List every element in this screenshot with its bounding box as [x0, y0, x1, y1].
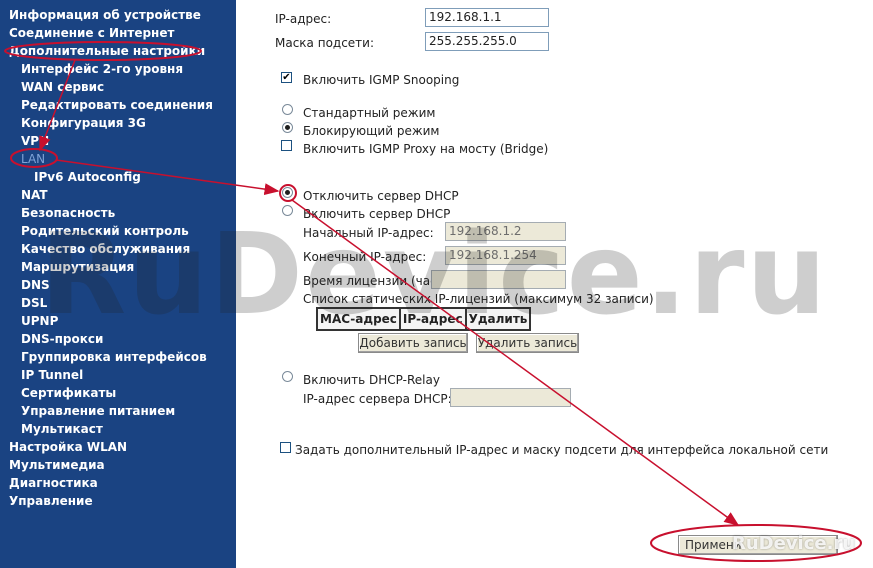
- sidebar-item-edit-connections[interactable]: Редактировать соединения: [21, 98, 213, 112]
- disable-dhcp-radio[interactable]: [282, 187, 293, 198]
- end-ip-input[interactable]: 192.168.1.254: [445, 246, 566, 265]
- sidebar-item-ipv6-autoconfig[interactable]: IPv6 Autoconfig: [34, 170, 141, 184]
- sidebar-item-management[interactable]: Управление: [9, 494, 93, 508]
- relay-server-input[interactable]: [450, 388, 571, 407]
- delete-header: Удалить: [464, 307, 532, 331]
- lease-time-input[interactable]: [431, 270, 566, 289]
- sidebar-item-security[interactable]: Безопасность: [21, 206, 115, 220]
- end-ip-label: Конечный IP-адрес:: [303, 250, 427, 264]
- sidebar-item-upnp[interactable]: UPNP: [21, 314, 58, 328]
- sidebar-item-layer2[interactable]: Интерфейс 2-го уровня: [21, 62, 183, 76]
- sidebar-nav: Информация об устройстве Соединение с Ин…: [0, 0, 236, 568]
- sidebar-item-certificates[interactable]: Сертификаты: [21, 386, 116, 400]
- sidebar-item-qos[interactable]: Качество обслуживания: [21, 242, 190, 256]
- igmp-proxy-label: Включить IGMP Proxy на мосту (Bridge): [303, 142, 549, 156]
- sidebar-item-nat[interactable]: NAT: [21, 188, 48, 202]
- standard-mode-radio[interactable]: [282, 104, 293, 115]
- relay-server-label: IP-адрес сервера DHCP:: [303, 392, 452, 406]
- sidebar-item-3g[interactable]: Конфигурация 3G: [21, 116, 146, 130]
- sidebar-item-multimedia[interactable]: Мультимедиа: [9, 458, 105, 472]
- subnet-mask-label: Маска подсети:: [275, 36, 375, 50]
- add-entry-button[interactable]: Добавить запись: [358, 333, 468, 353]
- sidebar-item-interface-grouping[interactable]: Группировка интерфейсов: [21, 350, 207, 364]
- apply-button[interactable]: Примени: [678, 535, 838, 555]
- static-leases-label: Список статических IP-лицензий (максимум…: [303, 292, 654, 306]
- blocking-mode-radio[interactable]: [282, 122, 293, 133]
- ip-address-label: IP-адрес:: [275, 12, 332, 26]
- sidebar-item-internet[interactable]: Соединение с Интернет: [9, 26, 174, 40]
- sidebar-item-dsl[interactable]: DSL: [21, 296, 47, 310]
- sidebar-item-routing[interactable]: Маршрутизация: [21, 260, 134, 274]
- sidebar-item-device-info[interactable]: Информация об устройстве: [9, 8, 201, 22]
- sidebar-item-multicast[interactable]: Мультикаст: [21, 422, 103, 436]
- start-ip-input[interactable]: 192.168.1.2: [445, 222, 566, 241]
- lan-settings-panel: IP-адрес: 192.168.1.1 Маска подсети: 255…: [236, 0, 873, 568]
- dhcp-relay-label: Включить DHCP-Relay: [303, 373, 440, 387]
- static-leases-table: MAC-адрес IP-адрес Удалить: [316, 307, 532, 331]
- disable-dhcp-label: Отключить сервер DHCP: [303, 189, 459, 203]
- sidebar-item-vpn[interactable]: VPN: [21, 134, 49, 148]
- ip-address-input[interactable]: 192.168.1.1: [425, 8, 549, 27]
- start-ip-label: Начальный IP-адрес:: [303, 226, 434, 240]
- ip-address-header: IP-адрес: [398, 307, 467, 331]
- igmp-proxy-checkbox[interactable]: [281, 140, 292, 151]
- enable-dhcp-label: Включить сервер DHCP: [303, 207, 451, 221]
- standard-mode-label: Стандартный режим: [303, 106, 436, 120]
- sidebar-item-diagnostics[interactable]: Диагностика: [9, 476, 98, 490]
- enable-dhcp-radio[interactable]: [282, 205, 293, 216]
- sidebar-item-ip-tunnel[interactable]: IP Tunnel: [21, 368, 83, 382]
- mac-address-header: MAC-адрес: [316, 307, 401, 331]
- sidebar-item-advanced[interactable]: Дополнительные настройки: [9, 44, 205, 58]
- sidebar-item-power[interactable]: Управление питанием: [21, 404, 175, 418]
- remove-entry-button[interactable]: Удалить запись: [476, 333, 579, 353]
- sidebar-item-parental[interactable]: Родительский контроль: [21, 224, 189, 238]
- sidebar-item-wan-service[interactable]: WAN сервис: [21, 80, 104, 94]
- sidebar-item-dns[interactable]: DNS: [21, 278, 50, 292]
- extra-ip-label: Задать дополнительный IP-адрес и маску п…: [295, 443, 829, 457]
- sidebar-item-lan[interactable]: LAN: [21, 152, 45, 166]
- subnet-mask-input[interactable]: 255.255.255.0: [425, 32, 549, 51]
- dhcp-relay-radio[interactable]: [282, 371, 293, 382]
- extra-ip-checkbox[interactable]: [280, 442, 291, 453]
- blocking-mode-label: Блокирующий режим: [303, 124, 440, 138]
- sidebar-item-wlan[interactable]: Настройка WLAN: [9, 440, 127, 454]
- igmp-snooping-checkbox[interactable]: ✔: [281, 72, 292, 83]
- igmp-snooping-label: Включить IGMP Snooping: [303, 73, 460, 87]
- sidebar-item-dns-proxy[interactable]: DNS-прокси: [21, 332, 103, 346]
